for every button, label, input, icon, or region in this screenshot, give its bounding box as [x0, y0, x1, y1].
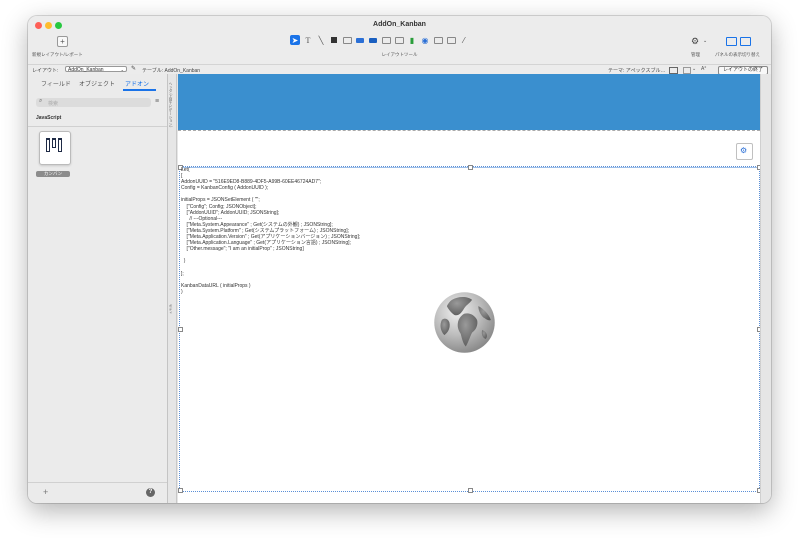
- text-tool[interactable]: T: [303, 35, 313, 45]
- web-viewer-object[interactable]: Let([AddonUUID = "516E9ED8-B889-4DF5-A99…: [178, 165, 762, 493]
- field-icon: [356, 37, 364, 43]
- format-painter-icon: ⁄: [463, 35, 465, 45]
- resize-handle[interactable]: [178, 327, 183, 332]
- gear-icon: ⚙: [740, 146, 748, 155]
- style-icon[interactable]: [683, 67, 691, 74]
- line-tool[interactable]: ╲: [316, 35, 326, 45]
- title-bar: AddOn_Kanban + 新規レイアウト/レポート ➤ T ╲ ▮ ◉ ⁄ …: [28, 16, 771, 64]
- button-tool[interactable]: [368, 35, 378, 45]
- text-icon: T: [305, 35, 311, 45]
- line-icon: ╲: [318, 35, 324, 45]
- active-tab-indicator: [123, 89, 156, 91]
- layout-prefix: レイアウト:: [32, 67, 59, 74]
- window-title: AddOn_Kanban: [373, 21, 426, 28]
- body-part[interactable]: ⚙ Let([AddonUUID = "516E9ED8-B889-4DF5-A…: [178, 130, 762, 503]
- slide-control-icon: [446, 36, 456, 44]
- search-icon: ⌕: [39, 98, 43, 104]
- app-window: AddOn_Kanban + 新規レイアウト/レポート ➤ T ╲ ▮ ◉ ⁄ …: [28, 16, 771, 503]
- slide-control-tool[interactable]: [446, 35, 456, 45]
- tab-objects[interactable]: オブジェクト: [79, 79, 115, 88]
- search-placeholder: 検索: [48, 100, 59, 107]
- field-tool[interactable]: [355, 35, 365, 45]
- tab-control-tool[interactable]: [394, 35, 404, 45]
- layout-canvas: ヘッダ (上部ナビゲーション) ボディ ⚙ Let([AddonUUID = "…: [168, 74, 771, 503]
- layout-tools: ➤ T ╲ ▮ ◉ ⁄: [290, 34, 469, 46]
- popover-tool[interactable]: [433, 35, 443, 45]
- new-layout-button[interactable]: +: [57, 36, 68, 47]
- theme-label: テーマ: アペックスブル…: [608, 67, 666, 74]
- list-icon[interactable]: ≡: [155, 98, 159, 105]
- rounded-rectangle-tool[interactable]: [342, 35, 352, 45]
- calculation-code: Let([AddonUUID = "516E9ED8-B889-4DF5-A99…: [181, 167, 360, 295]
- rounded-rectangle-icon: [342, 36, 352, 44]
- rectangle-tool[interactable]: [329, 35, 339, 45]
- chart-icon: ▮: [409, 35, 415, 45]
- resize-handle[interactable]: [468, 165, 473, 170]
- sidebar-tabs: フィールド オブジェクト アドオン: [28, 74, 167, 91]
- table-label: テーブル: AddOn_Kanban: [142, 67, 201, 74]
- chart-tool[interactable]: ▮: [407, 35, 417, 45]
- theme-icon[interactable]: [669, 67, 678, 74]
- section-label: JavaScript: [36, 115, 62, 121]
- manage-label: 管理: [691, 52, 700, 57]
- sidebar: フィールド オブジェクト アドオン ⌕ 検索 ≡ JavaScript カンバン…: [28, 74, 168, 503]
- resize-handle[interactable]: [178, 488, 183, 493]
- addon-settings-button[interactable]: ⚙: [736, 143, 753, 160]
- part-boundary: [178, 130, 760, 132]
- pencil-icon[interactable]: ✎: [131, 65, 136, 72]
- sidebar-footer: + ?: [28, 482, 167, 503]
- pointer-tool[interactable]: ➤: [290, 35, 300, 45]
- kanban-addon-tile[interactable]: [39, 131, 71, 165]
- resize-handle[interactable]: [468, 488, 473, 493]
- rectangle-icon: [331, 37, 337, 43]
- right-panel-toggle[interactable]: [740, 37, 751, 46]
- code-line: ): [181, 288, 183, 295]
- tab-fields[interactable]: フィールド: [41, 79, 71, 88]
- divider: [28, 126, 167, 127]
- web-viewer-icon: ◉: [421, 35, 429, 45]
- web-viewer-tool[interactable]: ◉: [420, 35, 430, 45]
- layout-select[interactable]: AddOn_Kanban ⌄: [65, 66, 127, 73]
- header-part[interactable]: [178, 74, 760, 130]
- portal-icon: [381, 36, 391, 44]
- button-icon: [369, 37, 377, 43]
- portal-tool[interactable]: [381, 35, 391, 45]
- chevron-down-icon: ⌄: [692, 66, 697, 72]
- gear-icon[interactable]: ⚙: [691, 36, 699, 47]
- font-size-icon[interactable]: A°: [701, 66, 706, 72]
- help-icon[interactable]: ?: [146, 488, 155, 497]
- ruler-header-label: ヘッダ (上部ナビゲーション): [169, 82, 173, 128]
- chevron-down-icon: ⌄: [120, 67, 124, 72]
- part-ruler: ヘッダ (上部ナビゲーション) ボディ: [168, 74, 177, 503]
- popover-icon: [433, 36, 443, 44]
- search-input[interactable]: ⌕ 検索: [36, 98, 151, 107]
- format-painter-tool[interactable]: ⁄: [459, 35, 469, 45]
- pointer-icon: ➤: [291, 35, 299, 45]
- kanban-addon-label: カンバン: [36, 171, 70, 177]
- tab-addons[interactable]: アドオン: [125, 79, 149, 88]
- layout-name: AddOn_Kanban: [68, 67, 104, 73]
- vertical-scrollbar[interactable]: [760, 74, 771, 503]
- globe-icon: [434, 292, 495, 353]
- add-icon[interactable]: +: [43, 487, 48, 497]
- panel-toggle-label: パネルの表示切り替え: [715, 52, 760, 57]
- chevron-down-icon: ⌄: [703, 38, 708, 44]
- tab-control-icon: [394, 36, 404, 44]
- kanban-icon: [46, 138, 64, 154]
- plus-icon: +: [60, 37, 65, 46]
- ruler-body-label: ボディ: [169, 304, 173, 315]
- left-panel-toggle[interactable]: [726, 37, 737, 46]
- tools-label: レイアウトツール: [381, 52, 418, 57]
